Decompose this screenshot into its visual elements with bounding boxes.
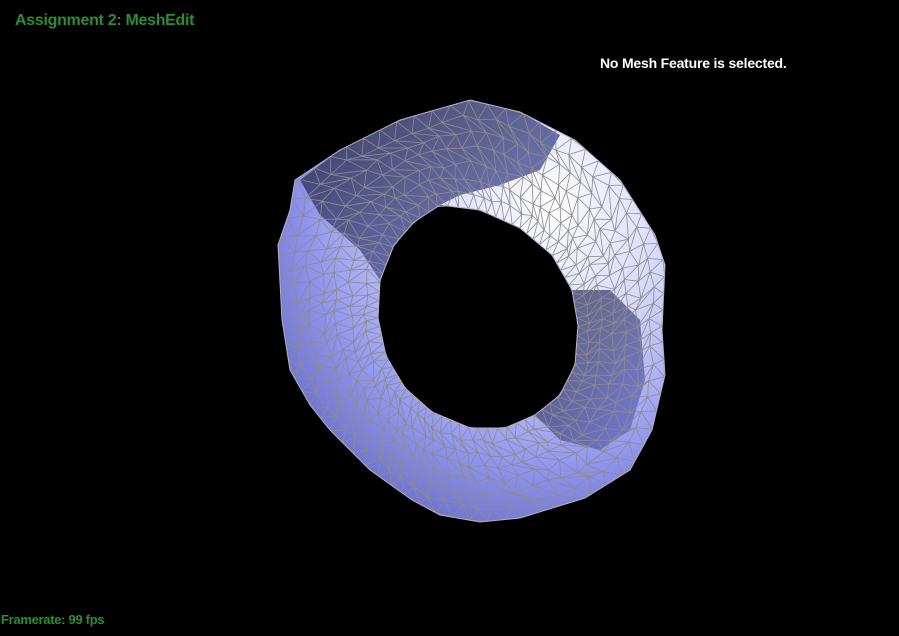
selection-status: No Mesh Feature is selected. xyxy=(600,55,787,71)
mesh-viewport[interactable]: Assignment 2: MeshEdit No Mesh Feature i… xyxy=(0,0,899,636)
mesh-object[interactable] xyxy=(277,99,666,523)
mesh-render[interactable] xyxy=(0,0,899,636)
framerate-readout: Framerate: 99 fps xyxy=(1,612,105,627)
app-title: Assignment 2: MeshEdit xyxy=(15,12,195,29)
